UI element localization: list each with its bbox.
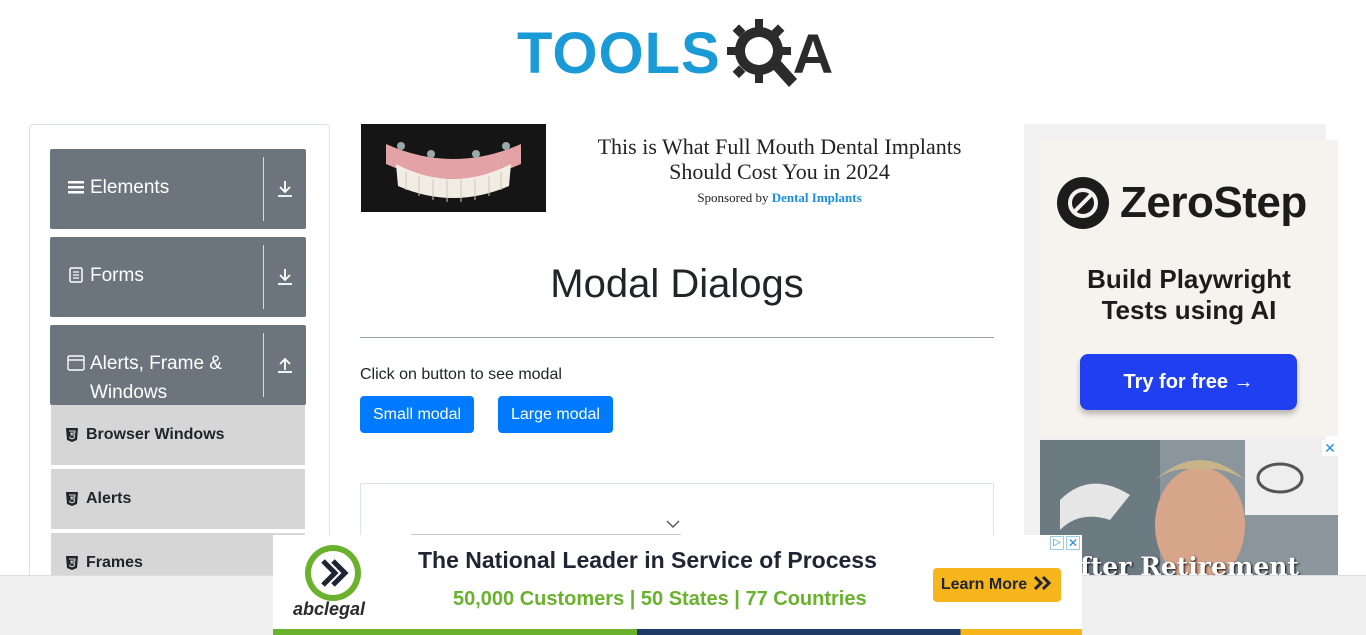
sidebar-group-elements[interactable]: Elements [50,149,306,229]
toolsqa-logo[interactable]: TOOLS A [517,16,841,92]
html5-icon [66,428,80,442]
sidebar-group-label-forms: Forms [90,265,144,286]
logo-text-a: A [792,22,834,85]
double-chevron-right-icon [1033,575,1053,596]
ad-sponsor: Sponsored by Dental Implants [566,190,993,206]
sidebar-group-label-elements: Elements [90,177,170,198]
page: TOOLS A Elements Forms Alerts, Frame & W… [0,0,1366,635]
sidebar-group-alerts-frame-windows[interactable]: Alerts, Frame & Windows [50,325,306,405]
sidebar-item-label: Browser Windows [86,426,225,443]
html5-icon [66,492,80,506]
zerostep-brand: ZeroStep [1120,178,1307,227]
title-divider [360,337,994,338]
zerostep-ad[interactable]: ZeroStep Build Playwright Tests using AI… [1040,140,1338,436]
group-header[interactable]: Alerts, Frame & Windows [50,325,306,405]
group-header[interactable]: Forms [50,237,306,317]
sponsor-prefix: Sponsored by [697,190,769,205]
logo-gear-magnifier-icon: A [725,17,833,91]
instruction-text: Click on button to see modal [360,366,562,383]
html5-icon [66,556,80,570]
group-label: Elements [66,149,169,202]
group-label: Alerts, Frame & Windows [66,325,222,407]
zerostep-logo: ZeroStep [1056,176,1307,230]
close-icon[interactable]: ✕ [1322,440,1338,456]
sidebar-group-label-alerts: Alerts, Frame & Windows [90,349,222,407]
document-icon [66,267,86,283]
banner-headline: The National Leader in Service of Proces… [418,547,877,573]
window-icon [66,355,86,371]
abclegal-logo-icon [305,545,361,601]
sponsored-ad[interactable]: This is What Full Mouth Dental Implants … [361,124,993,212]
ad-text: This is What Full Mouth Dental Implants … [566,134,993,206]
logo-text-tools: TOOLS [517,21,721,86]
dental-implant-image[interactable] [361,124,546,212]
banner-subline: 50,000 Customers | 50 States | 77 Countr… [453,588,867,610]
adchoices-icon[interactable]: ▷ [1050,536,1064,550]
abclegal-wordmark: abclegal [293,599,366,619]
page-title: Modal Dialogs [550,262,804,306]
zerostep-tagline: Build Playwright Tests using AI [1040,264,1338,326]
group-header[interactable]: Elements [50,149,306,229]
ad-headline[interactable]: This is What Full Mouth Dental Implants … [566,134,993,184]
label-line2: Windows [90,382,168,403]
sidebar-item-alerts[interactable]: Alerts [51,469,305,531]
close-icon[interactable]: ✕ [1066,536,1080,550]
large-modal-button[interactable]: Large modal [498,396,613,433]
download-arrow-icon[interactable] [264,237,306,317]
sidebar-item-label: Frames [86,554,143,571]
learn-more-button[interactable]: Learn More [933,568,1061,602]
learn-more-label: Learn More [940,576,1028,593]
group-label: Forms [66,237,144,290]
tagline-line2: Tests using AI [1101,295,1277,325]
hamburger-icon [66,179,86,195]
label-line1: Alerts, Frame & [90,353,222,374]
zerostep-logo-icon [1057,177,1109,229]
sidebar-item-browser-windows[interactable]: Browser Windows [51,405,305,467]
try-for-free-button[interactable]: Try for free → [1080,354,1297,410]
tagline-line1: Build Playwright [1087,264,1291,294]
upload-arrow-icon[interactable] [264,325,306,405]
banner-stripe [273,629,1082,635]
download-arrow-icon[interactable] [264,149,306,229]
sidebar-group-forms[interactable]: Forms [50,237,306,317]
chevron-down-icon[interactable] [666,516,680,534]
small-modal-button[interactable]: Small modal [360,396,475,433]
abclegal-banner-ad[interactable]: abclegal The National Leader in Service … [273,535,1082,635]
sponsor-brand-link[interactable]: Dental Implants [772,190,862,205]
sidebar-item-label: Alerts [86,490,132,507]
